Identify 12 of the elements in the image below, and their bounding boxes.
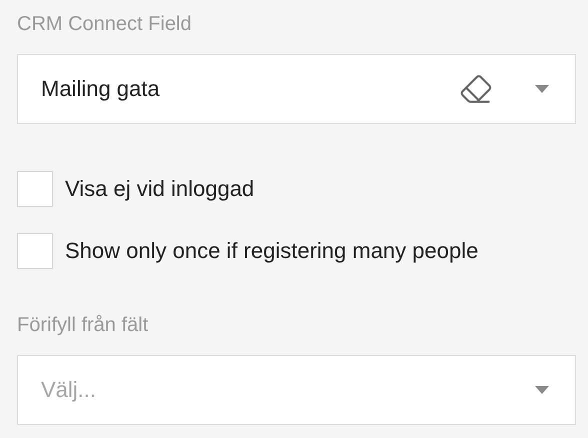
select-placeholder: Välj... <box>41 377 98 403</box>
crm-field-select[interactable]: Mailing gata <box>17 54 576 124</box>
field-label: Förifyll från fält <box>17 313 150 338</box>
dropdown-caret-icon[interactable] <box>535 386 549 394</box>
eraser-icon[interactable] <box>459 72 493 106</box>
select-value: Mailing gata <box>41 76 161 102</box>
checkbox[interactable] <box>17 233 53 269</box>
field-label: CRM Connect Field <box>17 12 193 37</box>
checkbox-label: Show only once if registering many people <box>65 238 478 264</box>
dropdown-caret-icon[interactable] <box>535 85 549 93</box>
checkbox-label: Visa ej vid inloggad <box>65 176 254 202</box>
checkbox[interactable] <box>17 171 53 207</box>
